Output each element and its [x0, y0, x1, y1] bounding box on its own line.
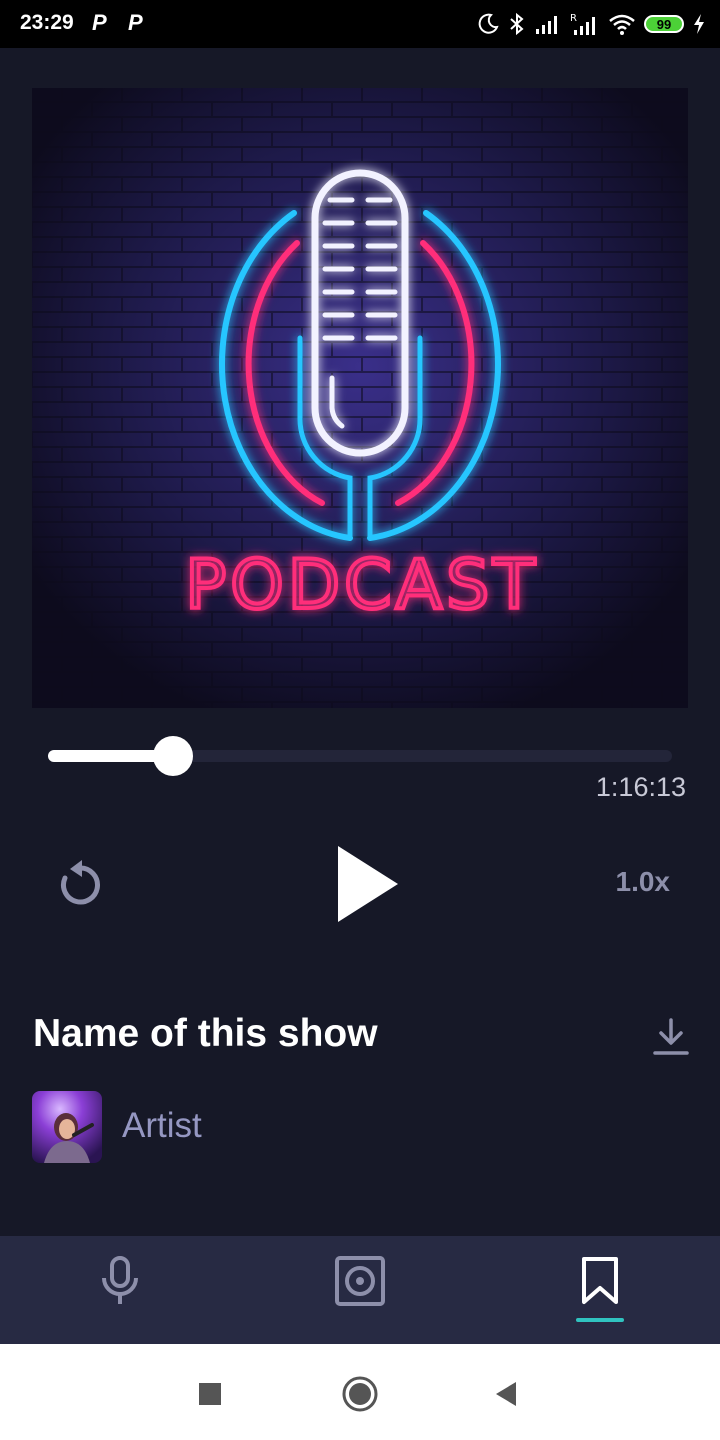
charging-icon — [692, 13, 706, 35]
duration-label: 1:16:13 — [595, 772, 686, 802]
download-icon — [653, 1018, 689, 1055]
seek-bar[interactable] — [48, 736, 672, 776]
show-title: Name of this show — [33, 1012, 378, 1055]
status-time: 23:29 — [20, 11, 74, 34]
system-navigation-bar — [0, 1344, 720, 1440]
app-notification-icon: P — [128, 10, 143, 35]
back-triangle-icon — [496, 1382, 516, 1406]
svg-text:R: R — [570, 13, 577, 24]
replay-icon — [61, 860, 100, 905]
nav-item-player[interactable] — [320, 1256, 400, 1336]
artist-name[interactable]: Artist — [122, 1106, 202, 1146]
nav-item-bookmarks[interactable] — [560, 1256, 640, 1336]
active-tab-indicator — [576, 1318, 624, 1322]
bluetooth-icon — [508, 12, 526, 36]
podcast-cover-art: PODCAST — [32, 88, 688, 708]
battery-icon: 99 — [644, 15, 684, 33]
circle-icon — [342, 1376, 378, 1412]
battery-level: 99 — [656, 16, 672, 32]
cover-title: PODCAST — [185, 546, 539, 625]
status-bar: 23:29 P P R 99 — [0, 0, 720, 48]
speaker-icon — [335, 1256, 385, 1306]
app-notification-icon: P — [92, 10, 107, 35]
play-button[interactable] — [330, 842, 406, 926]
home-button[interactable] — [340, 1374, 380, 1414]
bottom-navigation — [0, 1236, 720, 1344]
download-button[interactable] — [651, 1017, 691, 1057]
nav-item-podcasts[interactable] — [80, 1256, 160, 1336]
replay-button[interactable] — [56, 858, 104, 910]
signal-icon — [534, 13, 562, 35]
microphone-icon — [102, 1256, 138, 1304]
signal-roaming-icon: R — [570, 12, 600, 36]
back-button[interactable] — [486, 1374, 526, 1414]
moon-icon — [476, 12, 500, 36]
bookmark-icon — [582, 1257, 618, 1304]
recent-apps-button[interactable] — [190, 1374, 230, 1414]
play-icon — [338, 846, 398, 922]
square-icon — [199, 1383, 221, 1405]
wifi-icon — [608, 12, 636, 36]
artist-avatar[interactable] — [32, 1091, 102, 1163]
seek-bar-thumb[interactable] — [152, 736, 193, 776]
playback-speed-button[interactable]: 1.0x — [616, 866, 671, 898]
